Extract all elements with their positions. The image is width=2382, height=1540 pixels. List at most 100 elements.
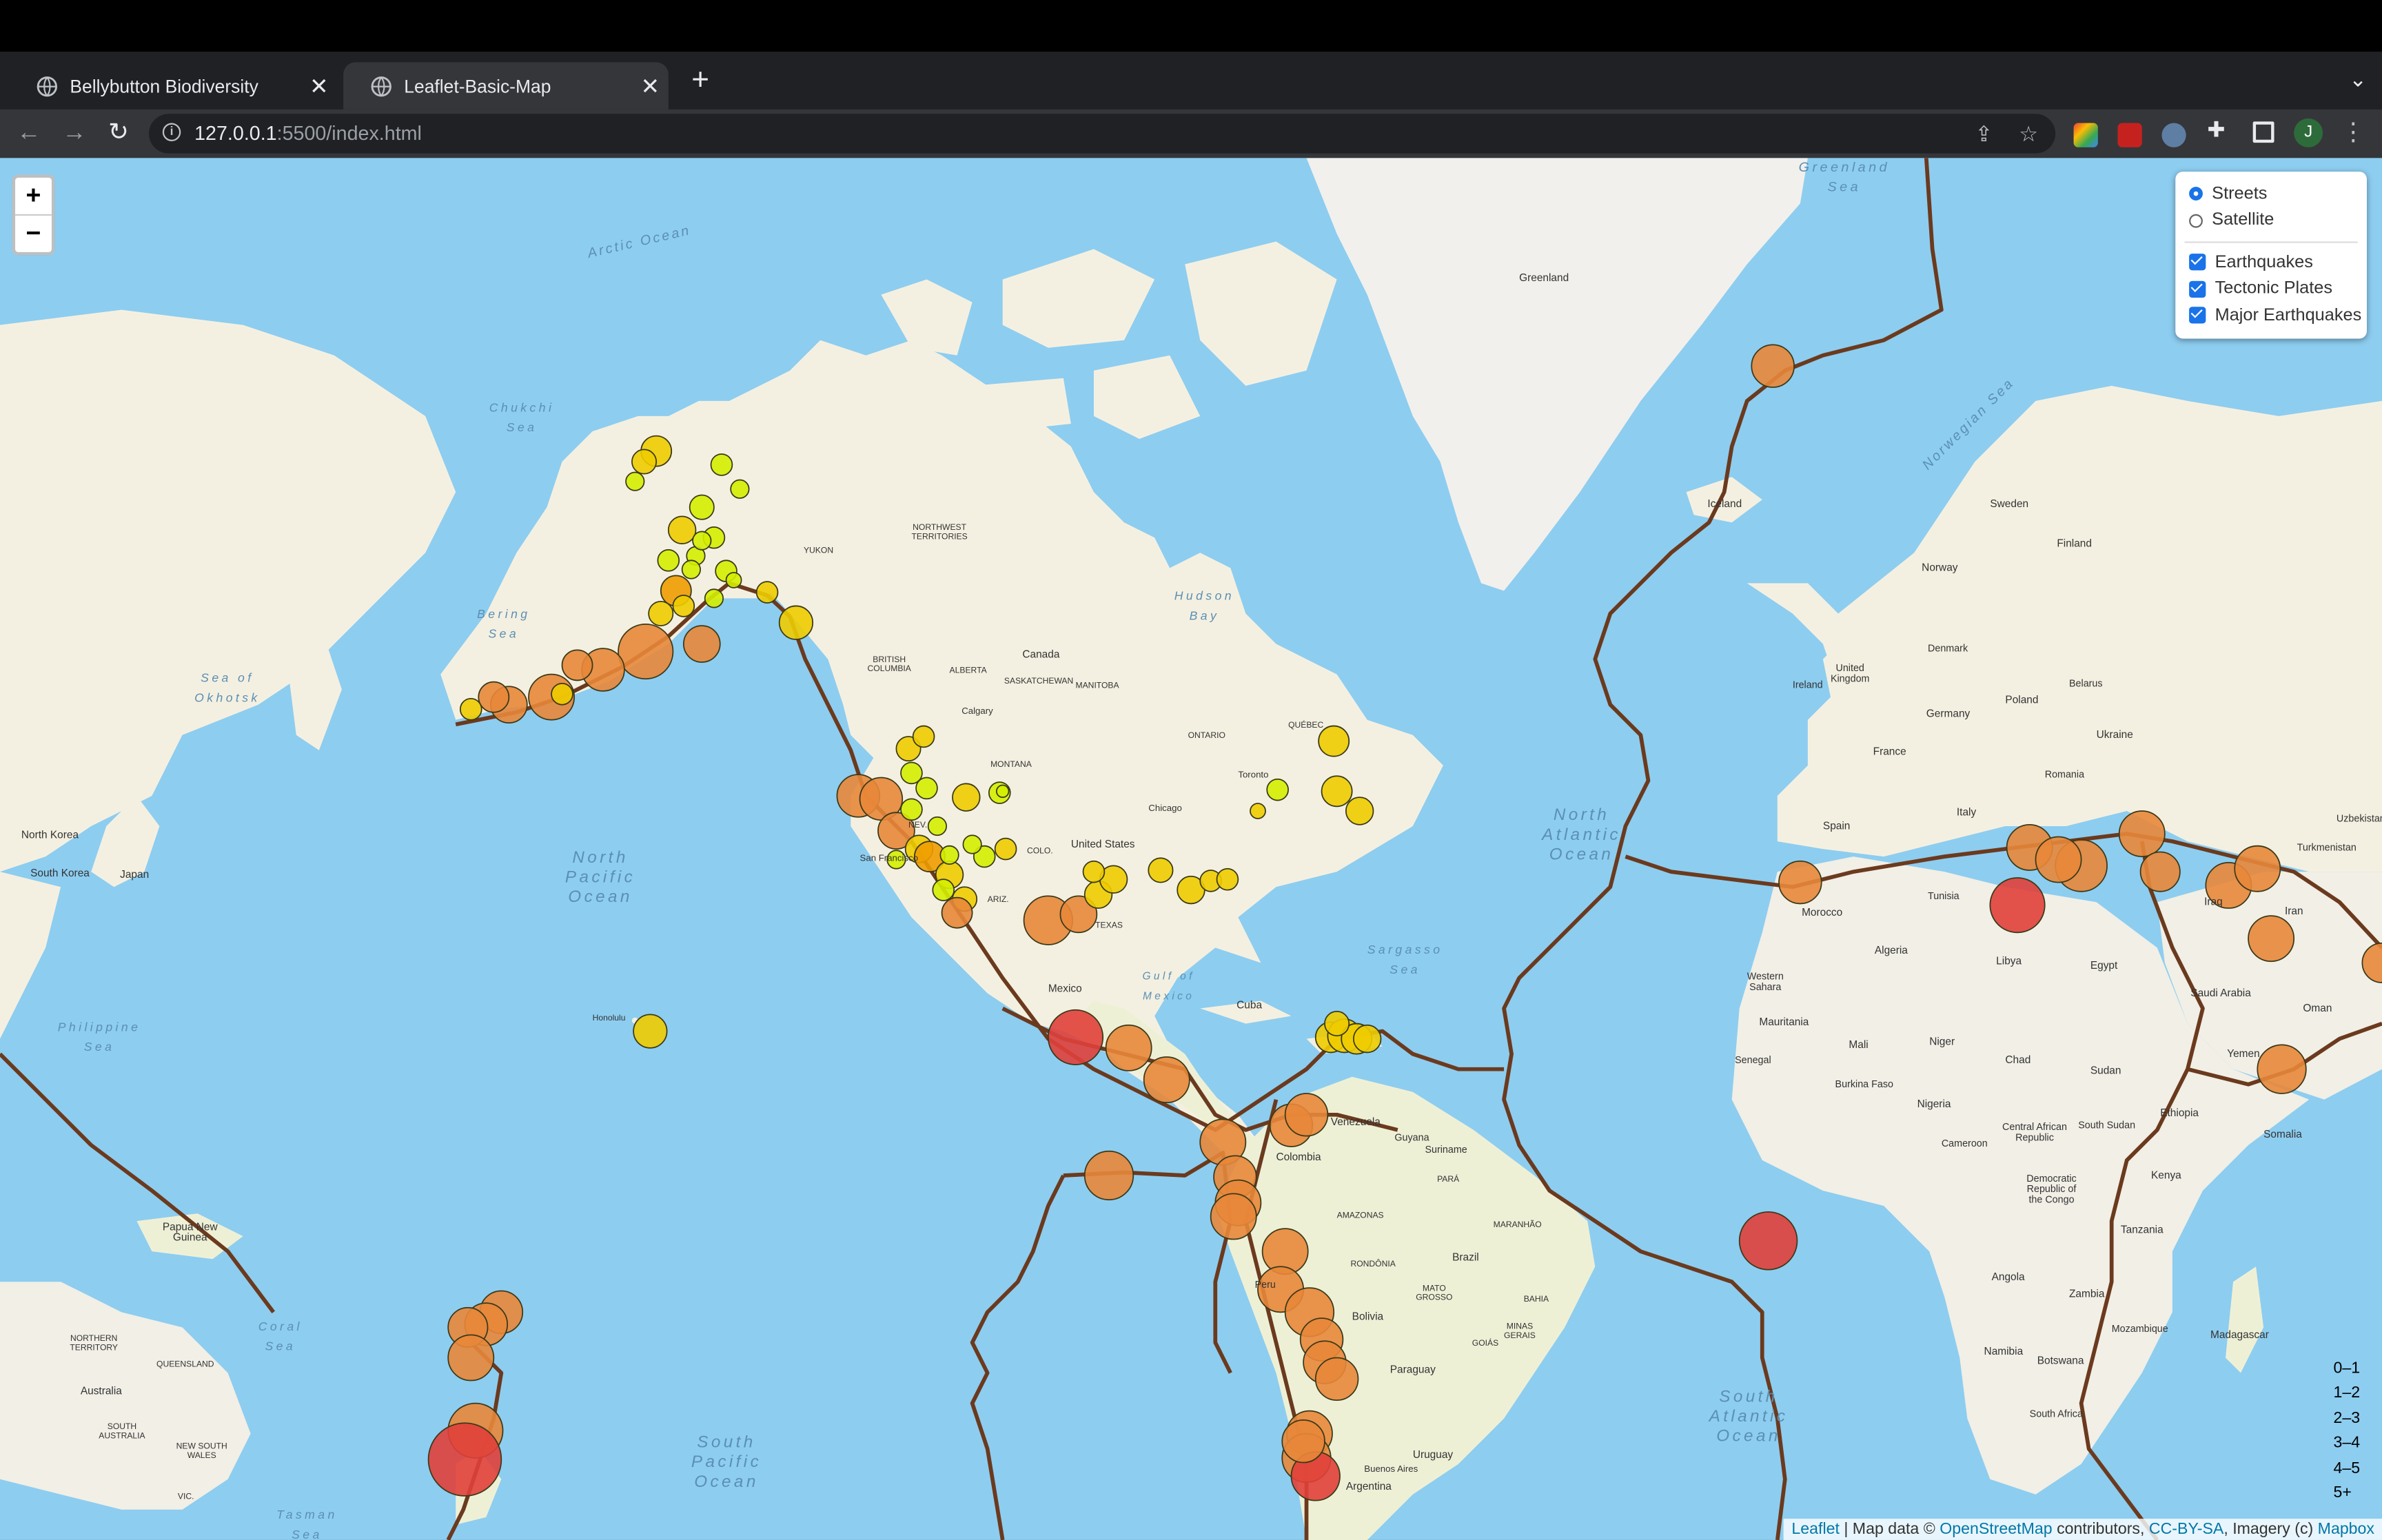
earthquake-marker[interactable]	[1989, 877, 2046, 934]
earthquake-marker[interactable]	[427, 1422, 502, 1497]
overlay-tectonic-plates[interactable]: Tectonic Plates	[2175, 276, 2367, 302]
address-bar[interactable]: i 127.0.0.1:5500/index.html ⇪ ☆	[149, 114, 2056, 154]
earthquake-marker[interactable]	[478, 681, 510, 713]
earthquake-marker[interactable]	[912, 725, 935, 748]
new-tab-button[interactable]: +	[684, 64, 717, 97]
cc-by-sa-link[interactable]: CC-BY-SA	[2149, 1520, 2223, 1538]
earthquake-marker[interactable]	[1284, 1093, 1329, 1137]
earthquake-marker[interactable]	[932, 879, 955, 901]
earthquake-marker[interactable]	[447, 1334, 495, 1382]
earthquake-marker[interactable]	[631, 449, 658, 475]
puzzle-icon[interactable]: ✚	[2208, 117, 2226, 143]
earthquake-marker[interactable]	[730, 479, 750, 499]
earthquake-marker[interactable]	[681, 559, 701, 579]
more-menu-icon[interactable]: ⋮	[2341, 117, 2365, 147]
bookmark-star-icon[interactable]: ☆	[2019, 121, 2038, 147]
side-panel-icon[interactable]	[2252, 121, 2274, 143]
earthquake-marker[interactable]	[1047, 1009, 1104, 1065]
url-text[interactable]: 127.0.0.1:5500/index.html	[194, 121, 422, 144]
forward-arrow-icon[interactable]: →	[58, 117, 91, 150]
tab-leaflet-basic-map[interactable]: Leaflet-Basic-Map ✕	[343, 62, 669, 110]
earthquake-marker[interactable]	[710, 453, 733, 476]
earthquake-marker[interactable]	[2248, 915, 2295, 963]
earthquake-marker[interactable]	[927, 816, 948, 836]
reload-icon[interactable]: ↻	[102, 117, 135, 150]
earthquake-marker[interactable]	[996, 784, 1010, 799]
earthquake-marker[interactable]	[704, 588, 724, 608]
earthquake-marker[interactable]	[1083, 1150, 1134, 1201]
earthquake-marker[interactable]	[1250, 803, 1266, 819]
earthquake-marker[interactable]	[755, 581, 779, 604]
extension-icon[interactable]	[2117, 123, 2142, 147]
radio-button[interactable]	[2189, 187, 2203, 201]
earthquake-marker[interactable]	[2035, 836, 2082, 883]
earthquake-marker[interactable]	[1738, 1211, 1798, 1271]
earthquake-marker[interactable]	[962, 834, 982, 854]
earthquake-marker[interactable]	[2118, 810, 2166, 857]
extension-icon[interactable]	[2161, 123, 2186, 147]
close-tab-icon[interactable]: ✕	[301, 72, 337, 99]
earthquake-marker[interactable]	[551, 682, 573, 706]
avatar[interactable]: J	[2294, 118, 2323, 147]
earthquake-marker[interactable]	[1281, 1419, 1325, 1464]
earthquake-marker[interactable]	[2234, 845, 2281, 892]
checkbox[interactable]	[2189, 280, 2206, 298]
earthquake-marker[interactable]	[1082, 860, 1106, 883]
base-layer-satellite[interactable]: Satellite	[2175, 207, 2367, 234]
share-icon[interactable]: ⇪	[1975, 121, 1993, 147]
earthquake-marker[interactable]	[915, 777, 938, 800]
earthquake-marker[interactable]	[1751, 344, 1795, 388]
earthquake-marker[interactable]	[900, 798, 923, 821]
earthquake-marker[interactable]	[625, 471, 645, 491]
mapbox-link[interactable]: Mapbox	[2318, 1520, 2374, 1538]
earthquake-marker[interactable]	[725, 572, 742, 588]
earthquake-marker[interactable]	[1148, 857, 1174, 883]
earthquake-marker[interactable]	[994, 837, 1017, 861]
earthquake-marker[interactable]	[2139, 851, 2181, 892]
earthquake-marker[interactable]	[1778, 860, 1822, 905]
overlay-earthquakes[interactable]: Earthquakes	[2175, 249, 2367, 276]
leaflet-map[interactable]: Arctic Ocean North Pacific Ocean South P…	[0, 158, 2382, 1540]
checkbox[interactable]	[2189, 254, 2206, 271]
earthquake-marker[interactable]	[1143, 1056, 1190, 1104]
earthquake-marker[interactable]	[1210, 1193, 1257, 1240]
earthquake-marker[interactable]	[667, 515, 697, 544]
extension-icon[interactable]	[2073, 123, 2098, 147]
earthquake-marker[interactable]	[618, 624, 674, 680]
earthquake-marker[interactable]	[952, 783, 981, 812]
earthquake-marker[interactable]	[1314, 1357, 1359, 1402]
earthquake-marker[interactable]	[1352, 1024, 1382, 1054]
earthquake-marker[interactable]	[657, 549, 680, 572]
zoom-out-button[interactable]: −	[15, 214, 52, 252]
openstreetmap-link[interactable]: OpenStreetMap	[1940, 1520, 2052, 1538]
earthquake-marker[interactable]	[459, 698, 482, 721]
earthquake-marker[interactable]	[648, 600, 674, 626]
overlay-major-earthquakes[interactable]: Major Earthquakes	[2175, 302, 2367, 329]
earthquake-marker[interactable]	[1216, 867, 1239, 891]
base-layer-streets[interactable]: Streets	[2175, 181, 2367, 207]
earthquake-marker[interactable]	[941, 896, 973, 929]
leaflet-link[interactable]: Leaflet	[1791, 1520, 1839, 1538]
tab-bellybutton-biodiversity[interactable]: Bellybutton Biodiversity ✕	[9, 62, 337, 109]
checkbox[interactable]	[2189, 307, 2206, 325]
zoom-in-button[interactable]: +	[15, 178, 52, 214]
earthquake-marker[interactable]	[1324, 1011, 1350, 1037]
earthquake-marker[interactable]	[1105, 1024, 1152, 1071]
earthquake-marker[interactable]	[672, 595, 695, 617]
back-arrow-icon[interactable]: ←	[12, 117, 45, 150]
site-info-icon[interactable]: i	[162, 123, 181, 141]
earthquake-marker[interactable]	[939, 845, 959, 865]
earthquake-marker[interactable]	[689, 494, 715, 520]
earthquake-marker[interactable]	[1266, 778, 1289, 801]
earthquake-marker[interactable]	[561, 649, 593, 681]
earthquake-marker[interactable]	[778, 605, 814, 640]
earthquake-marker[interactable]	[1321, 775, 1353, 808]
earthquake-marker[interactable]	[692, 531, 712, 551]
earthquake-marker[interactable]	[633, 1014, 668, 1049]
earthquake-marker[interactable]	[2257, 1044, 2307, 1094]
tab-search-chevron-icon[interactable]: ⌄	[2349, 67, 2367, 92]
earthquake-marker[interactable]	[682, 625, 721, 663]
earthquake-marker[interactable]	[1345, 797, 1374, 825]
radio-button[interactable]	[2189, 214, 2203, 228]
close-tab-icon[interactable]: ✕	[632, 72, 669, 99]
